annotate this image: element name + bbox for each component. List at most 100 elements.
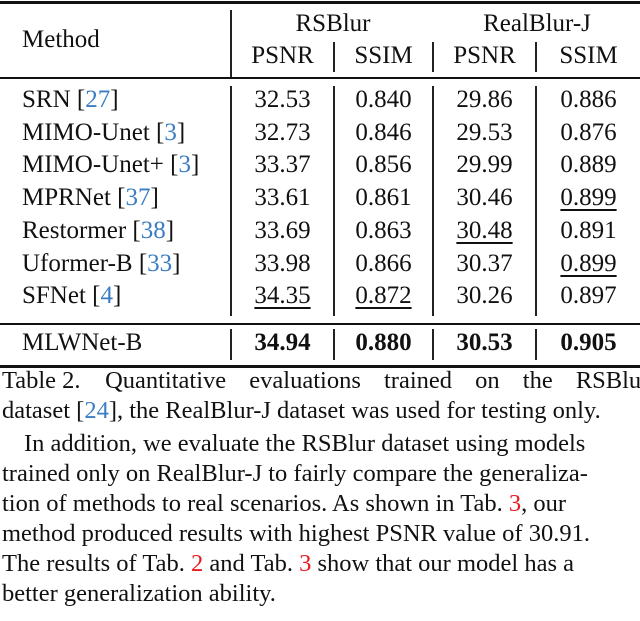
- value-cell: 0.891: [537, 215, 640, 247]
- value-text: 30.26: [456, 282, 513, 310]
- value-text: 34.35: [254, 282, 311, 310]
- body-paragraph: In addition, we evaluate the RSBlur data…: [2, 429, 638, 609]
- citation-link[interactable]: 27: [85, 86, 110, 113]
- value-cell: 33.61: [232, 182, 333, 214]
- value-cell: 33.69: [232, 215, 333, 247]
- value-cell: 33.37: [232, 149, 333, 181]
- table-top-rule: [0, 1, 640, 4]
- value-text: 0.891: [560, 216, 617, 244]
- value-text: 30.48: [456, 216, 513, 244]
- citation-link[interactable]: 33: [147, 250, 172, 277]
- value-cell: 0.886: [537, 84, 640, 116]
- value-cell: 0.899: [537, 248, 640, 280]
- value-cell: 0.872: [335, 280, 432, 312]
- method-label: MPRNet: [22, 184, 111, 212]
- value-text: 29.99: [456, 151, 513, 179]
- value-text: 0.846: [355, 118, 412, 146]
- method-label: SRN: [22, 86, 71, 113]
- paragraph-line: In addition, we evaluate the RSBlur data…: [24, 430, 586, 457]
- caption-line-2: dataset [24], the RealBlur-J dataset was…: [2, 397, 601, 424]
- value-cell: 0.905: [560, 329, 617, 356]
- method-label: SFNet: [22, 282, 86, 310]
- group-header-rsblur: RSBlur: [295, 10, 371, 37]
- value-text: 0.876: [560, 118, 617, 146]
- method-name: MPRNet [37]: [22, 184, 159, 212]
- value-cell: 0.840: [335, 84, 432, 116]
- caption-line-1: Table 2. Quantitative evaluations traine…: [2, 366, 640, 396]
- value-cell: 29.99: [434, 149, 535, 181]
- caption-label: Table 2.: [2, 367, 81, 394]
- value-text: 0.856: [355, 151, 412, 179]
- value-text: 29.86: [456, 86, 513, 113]
- citation-link[interactable]: 38: [141, 217, 166, 244]
- method-name: MIMO-Unet+ [3]: [22, 151, 200, 179]
- method-label: MIMO-Unet+: [22, 151, 164, 179]
- paragraph-line: trained only on RealBlur-J to fairly com…: [2, 460, 588, 487]
- value-cell: 30.37: [434, 248, 535, 280]
- method-label: Restormer: [22, 216, 127, 244]
- value-text: 0.886: [560, 86, 617, 113]
- group-header-realblur-j: RealBlur-J: [483, 10, 591, 37]
- metric-header-ssim: SSIM: [559, 42, 618, 69]
- value-cell: 30.48: [434, 215, 535, 247]
- method-name: Restormer [38]: [22, 216, 175, 244]
- table-reference-link[interactable]: 3: [509, 490, 521, 517]
- value-cell: 30.53: [456, 329, 513, 356]
- value-text: 0.861: [355, 184, 412, 212]
- method-name: Uformer-B [33]: [22, 249, 181, 277]
- table-reference-link[interactable]: 2: [191, 550, 203, 577]
- metric-header-psnr: PSNR: [453, 42, 516, 69]
- value-text: 0.899: [560, 249, 617, 277]
- value-text: 0.840: [355, 86, 412, 113]
- table-header-rule: [0, 77, 640, 79]
- value-cell: 32.73: [232, 117, 333, 149]
- value-cell: 29.53: [434, 117, 535, 149]
- value-text: 0.899: [560, 184, 617, 212]
- value-text: 0.863: [355, 216, 412, 244]
- value-cell: 0.876: [537, 117, 640, 149]
- citation-link[interactable]: 37: [125, 184, 150, 211]
- value-cell: 0.861: [335, 182, 432, 214]
- value-text: 0.872: [355, 282, 412, 310]
- value-text: 33.37: [254, 151, 311, 179]
- citation-link[interactable]: 3: [164, 119, 177, 146]
- citation-link[interactable]: 4: [100, 282, 113, 309]
- paragraph-line: better generalization ability.: [2, 580, 276, 607]
- method-label: MIMO-Unet: [22, 118, 150, 146]
- method-name-ours: MLWNet-B: [22, 329, 143, 356]
- method-name: SFNet [4]: [22, 282, 122, 310]
- value-text: 33.61: [254, 184, 311, 212]
- paragraph-line: The results of Tab. 2 and Tab. 3 show th…: [2, 550, 574, 577]
- value-cell: 34.35: [232, 280, 333, 312]
- value-cell: 0.880: [355, 329, 412, 356]
- value-text: 33.69: [254, 216, 311, 244]
- value-cell: 0.846: [335, 117, 432, 149]
- caption-text: Quantitative evaluations trained on the …: [105, 367, 640, 394]
- value-cell: 0.899: [537, 182, 640, 214]
- paragraph-line: method produced results with highest PSN…: [2, 520, 590, 547]
- value-cell: 0.866: [335, 248, 432, 280]
- citation-link[interactable]: 3: [178, 151, 191, 178]
- value-text: 0.897: [560, 282, 617, 310]
- value-cell: 29.86: [434, 84, 535, 116]
- value-cell: 0.856: [335, 149, 432, 181]
- metric-header-ssim: SSIM: [354, 42, 413, 69]
- method-name: SRN [27]: [22, 86, 119, 113]
- citation-link[interactable]: 24: [84, 397, 109, 424]
- value-text: 29.53: [456, 118, 513, 146]
- value-text: 0.866: [355, 249, 412, 277]
- value-cell: 0.863: [335, 215, 432, 247]
- value-text: 0.889: [560, 151, 617, 179]
- table-caption: Table 2. Quantitative evaluations traine…: [2, 366, 640, 426]
- value-cell: 0.897: [537, 280, 640, 312]
- table-reference-link[interactable]: 3: [299, 550, 311, 577]
- paragraph-line: tion of methods to real scenarios. As sh…: [2, 490, 566, 517]
- value-cell: 30.26: [434, 280, 535, 312]
- metric-header-psnr: PSNR: [251, 42, 314, 69]
- value-text: 33.98: [254, 249, 311, 277]
- value-text: 32.53: [254, 86, 311, 113]
- method-name: MIMO-Unet [3]: [22, 118, 186, 146]
- value-text: 30.37: [456, 249, 513, 277]
- method-header: Method: [22, 26, 100, 53]
- value-cell: 32.53: [232, 84, 333, 116]
